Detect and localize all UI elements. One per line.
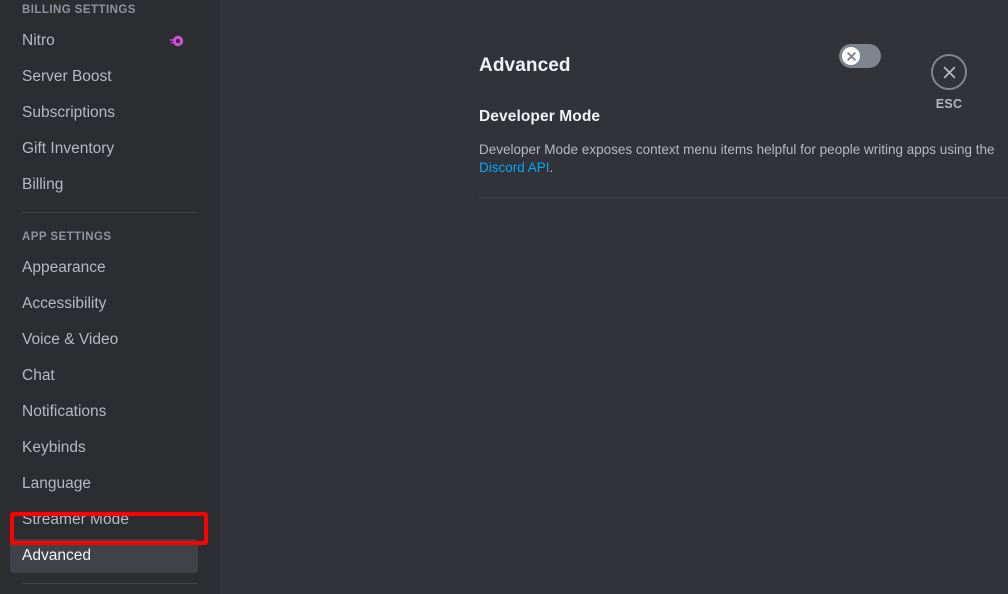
sidebar-item-label: Nitro xyxy=(22,32,55,49)
sidebar-item-subscriptions[interactable]: Subscriptions xyxy=(10,96,198,130)
sidebar-item-voice-and-video[interactable]: Voice & Video xyxy=(10,323,198,357)
discord-api-link[interactable]: Discord API xyxy=(479,160,550,175)
sidebar-item-appearance[interactable]: Appearance xyxy=(10,251,198,285)
close-settings-button[interactable]: ESC xyxy=(920,54,978,111)
sidebar-item-billing[interactable]: Billing xyxy=(10,168,198,202)
toggle-knob xyxy=(842,47,860,65)
developer-mode-description: Developer Mode exposes context menu item… xyxy=(479,141,1008,177)
sidebar-item-chat[interactable]: Chat xyxy=(10,359,198,393)
nitro-icon xyxy=(168,33,184,49)
sidebar-item-label: Voice & Video xyxy=(22,331,119,348)
close-x-icon xyxy=(943,66,955,78)
sidebar-item-label: Accessibility xyxy=(22,295,107,312)
x-icon xyxy=(846,51,856,61)
sidebar-divider-2 xyxy=(22,583,198,584)
sidebar-item-notifications[interactable]: Notifications xyxy=(10,395,198,429)
sidebar-item-label: Streamer Mode xyxy=(22,511,129,528)
sidebar-divider-1 xyxy=(22,212,198,213)
sidebar-item-label: Keybinds xyxy=(22,439,86,456)
description-text-before-link: Developer Mode exposes context menu item… xyxy=(479,142,995,157)
discord-user-settings-window: BILLING SETTINGS Nitro Server Boost Subs… xyxy=(0,0,1008,594)
sidebar-item-language[interactable]: Language xyxy=(10,467,198,501)
sidebar-item-nitro[interactable]: Nitro xyxy=(10,24,198,58)
sidebar-item-label: Subscriptions xyxy=(22,104,116,121)
settings-content-panel: Advanced Developer Mode Developer Mode e… xyxy=(220,0,1008,594)
sidebar-item-label: Language xyxy=(22,475,91,492)
sidebar-item-label: Advanced xyxy=(22,547,91,564)
sidebar-section-header-app: APP SETTINGS xyxy=(22,231,112,243)
sidebar-section-header-billing: BILLING SETTINGS xyxy=(22,4,136,16)
developer-mode-toggle[interactable] xyxy=(839,44,881,68)
sidebar-item-label: Server Boost xyxy=(22,68,112,85)
sidebar-item-advanced[interactable]: Advanced xyxy=(10,539,198,573)
settings-sidebar: BILLING SETTINGS Nitro Server Boost Subs… xyxy=(0,0,208,594)
esc-label: ESC xyxy=(935,97,963,111)
sidebar-item-label: Billing xyxy=(22,176,64,193)
sidebar-item-gift-inventory[interactable]: Gift Inventory xyxy=(10,132,198,166)
description-text-after-link: . xyxy=(549,160,554,175)
sidebar-item-streamer-mode[interactable]: Streamer Mode xyxy=(10,503,198,537)
content-divider xyxy=(479,197,1008,198)
sidebar-item-label: Appearance xyxy=(22,259,106,276)
close-icon-circle xyxy=(931,54,967,90)
sidebar-item-server-boost[interactable]: Server Boost xyxy=(10,60,198,94)
advanced-settings-section: Advanced Developer Mode Developer Mode e… xyxy=(220,0,1008,198)
sidebar-item-label: Notifications xyxy=(22,403,107,420)
sidebar-scroll-content: BILLING SETTINGS Nitro Server Boost Subs… xyxy=(0,0,208,594)
sidebar-item-accessibility[interactable]: Accessibility xyxy=(10,287,198,321)
sidebar-item-label: Gift Inventory xyxy=(22,140,115,157)
developer-mode-label: Developer Mode xyxy=(479,108,601,125)
sidebar-item-keybinds[interactable]: Keybinds xyxy=(10,431,198,465)
sidebar-scrollbar-gutter[interactable] xyxy=(208,0,220,594)
sidebar-item-label: Chat xyxy=(22,367,55,384)
